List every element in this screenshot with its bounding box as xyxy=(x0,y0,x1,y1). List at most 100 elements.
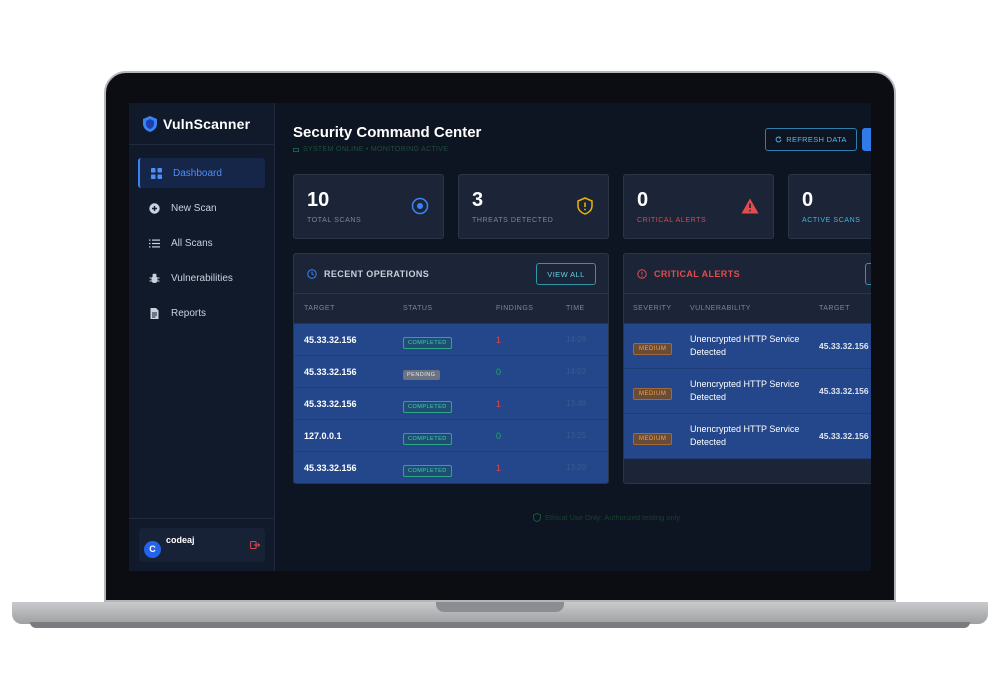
radar-icon xyxy=(411,197,429,215)
column-header: TIME xyxy=(566,305,585,312)
recent-operations-panel: RECENT OPERATIONS VIEW ALL TARGET STATUS… xyxy=(293,253,609,484)
view-all-button[interactable]: VIEW ALL xyxy=(536,263,596,285)
severity-cell: MEDIUM xyxy=(633,427,690,445)
refresh-data-label: REFRESH DATA xyxy=(786,135,847,144)
table-row[interactable]: 45.33.32.156 COMPLETED 1 13:20 xyxy=(294,452,608,483)
findings-count: 0 xyxy=(496,430,502,441)
findings-count: 0 xyxy=(496,366,502,377)
system-status: SYSTEM ONLINE • MONITORING ACTIVE xyxy=(293,146,448,153)
column-header: STATUS xyxy=(403,305,433,312)
scan-target: 45.33.32.156 xyxy=(304,462,357,473)
page-title: Security Command Center xyxy=(293,124,482,141)
vulnerability-name: Unencrypted HTTP Service Detected xyxy=(690,334,800,357)
severity-badge: MEDIUM xyxy=(633,433,673,445)
stat-label: TOTAL SCANS xyxy=(307,217,362,224)
status-badge: COMPLETED xyxy=(403,400,452,413)
panel-header: RECENT OPERATIONS VIEW ALL xyxy=(294,254,608,294)
table-row[interactable]: 45.33.32.156 PENDING 0 14:03 xyxy=(294,356,608,388)
shield-alert-icon xyxy=(577,197,593,215)
grid-icon xyxy=(151,167,162,179)
stat-card-threats: 3 THREATS DETECTED xyxy=(458,174,609,239)
critical-alerts-panel: CRITICAL ALERTS SEVERITY VULNERABILITY T… xyxy=(623,253,871,484)
table-header: SEVERITY VULNERABILITY TARGET xyxy=(624,294,871,324)
laptop-base-shadow xyxy=(30,622,970,628)
table-row[interactable]: 45.33.32.156 COMPLETED 1 13:48 xyxy=(294,388,608,420)
sidebar: VulnScanner Dashboard New Scan All Scans… xyxy=(129,103,275,571)
severity-badge: MEDIUM xyxy=(633,388,673,400)
sidebar-item-reports[interactable]: Reports xyxy=(138,298,265,328)
alert-target: 45.33.32.156 xyxy=(819,431,869,441)
status-cell: PENDING xyxy=(403,363,496,381)
logout-icon[interactable] xyxy=(250,540,260,550)
alert-row[interactable]: MEDIUM Unencrypted HTTP Service Detected… xyxy=(624,414,871,459)
sidebar-item-dashboard[interactable]: Dashboard xyxy=(138,158,265,188)
alert-row[interactable]: MEDIUM Unencrypted HTTP Service Detected… xyxy=(624,324,871,369)
status-cell: COMPLETED xyxy=(403,427,496,445)
shield-icon xyxy=(143,115,157,132)
alerts-view-button[interactable] xyxy=(865,263,871,285)
sidebar-item-label: Vulnerabilities xyxy=(171,272,233,284)
findings-count: 1 xyxy=(496,398,502,409)
sidebar-item-label: All Scans xyxy=(171,237,213,249)
status-cell: COMPLETED xyxy=(403,395,496,413)
status-cell: COMPLETED xyxy=(403,459,496,477)
sidebar-item-label: Reports xyxy=(171,307,207,319)
alert-target: 45.33.32.156 xyxy=(819,341,869,351)
refresh-data-button[interactable]: REFRESH DATA xyxy=(765,128,857,151)
status-badge: COMPLETED xyxy=(403,432,452,445)
sidebar-item-new-scan[interactable]: New Scan xyxy=(138,193,265,223)
file-icon xyxy=(150,307,159,319)
avatar: C xyxy=(144,540,161,558)
laptop-notch xyxy=(436,602,564,612)
findings-count: 1 xyxy=(496,334,502,345)
severity-cell: MEDIUM xyxy=(633,382,690,400)
column-header: FINDINGS xyxy=(496,305,534,312)
panel-title: RECENT OPERATIONS xyxy=(324,268,430,279)
ethical-use-note: Ethical Use Only: Authorized testing onl… xyxy=(533,513,680,522)
warning-triangle-icon xyxy=(741,198,759,214)
stat-value: 0 xyxy=(637,189,649,211)
stat-card-active-scans: 0 ACTIVE SCANS xyxy=(788,174,871,239)
stat-label: CRITICAL ALERTS xyxy=(637,217,707,224)
severity-cell: MEDIUM xyxy=(633,337,690,355)
stat-card-total-scans: 10 TOTAL SCANS xyxy=(293,174,444,239)
ethical-use-text: Ethical Use Only: Authorized testing onl… xyxy=(545,513,681,522)
scan-target: 45.33.32.156 xyxy=(304,334,357,345)
stat-value: 3 xyxy=(472,189,484,211)
status-badge: COMPLETED xyxy=(403,336,452,349)
alert-circle-icon xyxy=(637,268,647,279)
sidebar-item-vulnerabilities[interactable]: Vulnerabilities xyxy=(138,263,265,293)
table-row[interactable]: 127.0.0.1 COMPLETED 0 13:25 xyxy=(294,420,608,452)
stat-label: ACTIVE SCANS xyxy=(802,217,861,224)
user-card[interactable]: C codeaj xyxy=(139,528,265,562)
table-row[interactable]: 45.33.32.156 COMPLETED 1 14:06 xyxy=(294,324,608,356)
scan-time: 14:03 xyxy=(566,367,587,376)
status-badge: COMPLETED xyxy=(403,464,452,477)
column-header: TARGET xyxy=(819,305,850,312)
plus-circle-icon xyxy=(149,202,160,214)
brand[interactable]: VulnScanner xyxy=(129,103,274,145)
table-header: TARGET STATUS FINDINGS TIME xyxy=(294,294,608,324)
scan-time: 13:48 xyxy=(566,399,587,408)
sidebar-divider xyxy=(129,518,275,519)
refresh-icon xyxy=(775,136,782,143)
pulse-icon xyxy=(293,147,299,152)
column-header: VULNERABILITY xyxy=(690,305,751,312)
alert-row[interactable]: MEDIUM Unencrypted HTTP Service Detected… xyxy=(624,369,871,414)
stat-label: THREATS DETECTED xyxy=(472,217,554,224)
brand-name: VulnScanner xyxy=(163,115,251,132)
list-icon xyxy=(149,239,160,247)
scan-target: 127.0.0.1 xyxy=(304,430,342,441)
column-header: SEVERITY xyxy=(633,305,672,312)
scan-target: 45.33.32.156 xyxy=(304,398,357,409)
column-header: TARGET xyxy=(304,305,335,312)
sidebar-item-all-scans[interactable]: All Scans xyxy=(138,228,265,258)
panel-title: CRITICAL ALERTS xyxy=(654,268,740,279)
status-cell: COMPLETED xyxy=(403,331,496,349)
app-screen: VulnScanner Dashboard New Scan All Scans… xyxy=(129,103,871,571)
primary-action-button[interactable] xyxy=(862,128,871,151)
alert-target: 45.33.32.156 xyxy=(819,386,869,396)
scan-time: 13:20 xyxy=(566,463,587,472)
scan-time: 13:25 xyxy=(566,431,587,440)
username: codeaj xyxy=(166,535,195,545)
